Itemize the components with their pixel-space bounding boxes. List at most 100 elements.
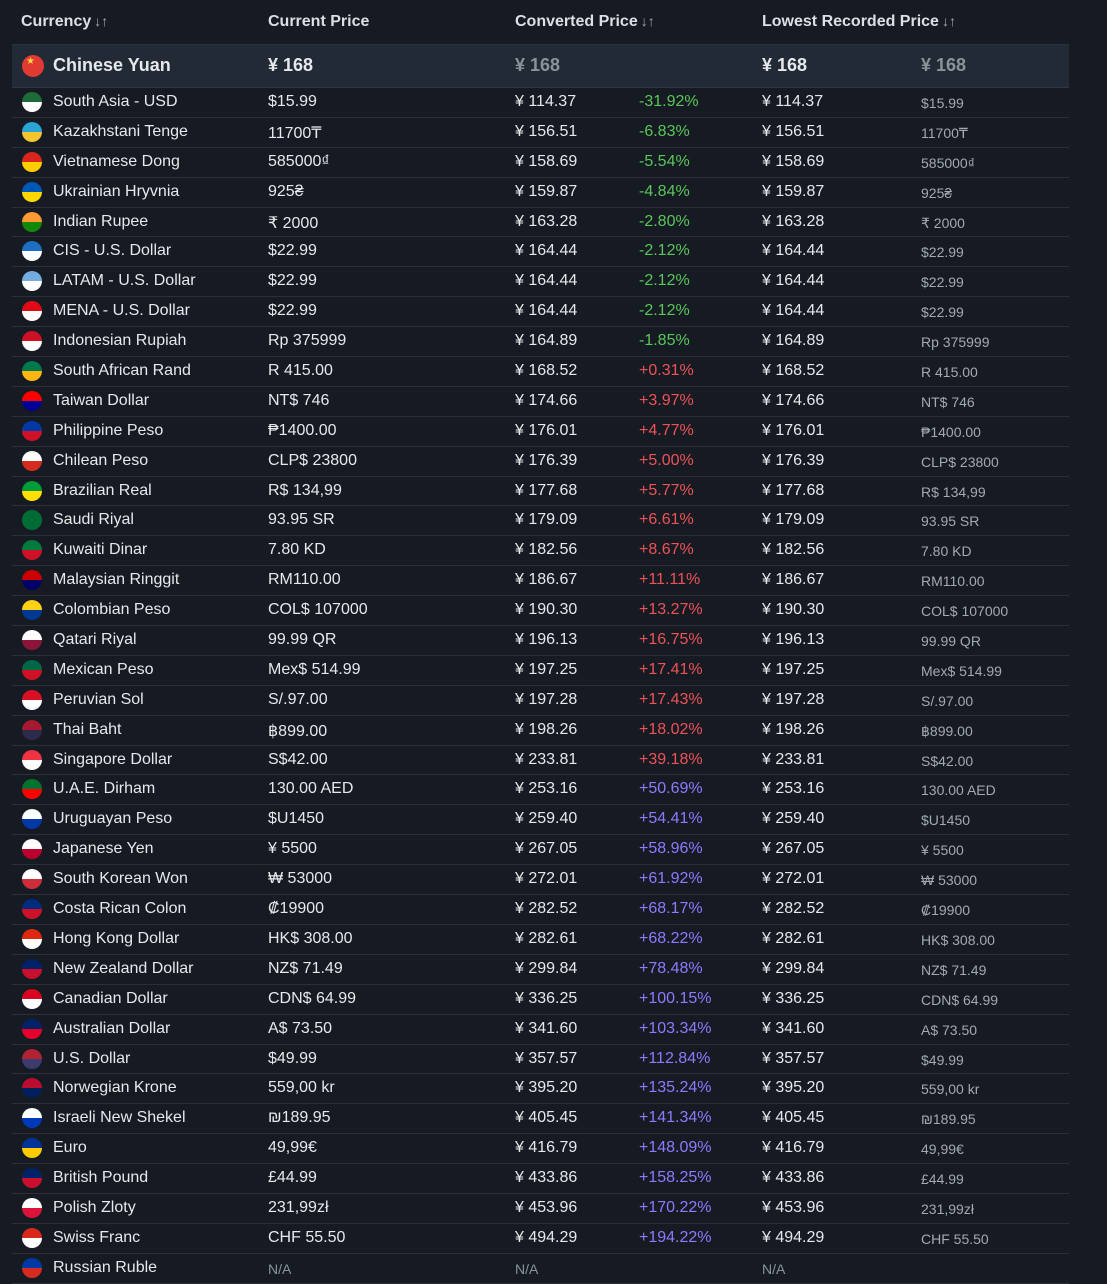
currency-name: Canadian Dollar [53, 989, 168, 1007]
lowest-price-local: 559,00 kr [921, 1081, 980, 1098]
table-row[interactable]: Mexican Peso Mex$ 514.99 ¥ 197.25 +17.41% ¥ … [12, 656, 1069, 686]
table-row[interactable]: Ukrainian Hryvnia 925₴ ¥ 159.87 -4.84% ¥ 159… [12, 178, 1069, 208]
table-row[interactable]: Vietnamese Dong 585000₫ ¥ 158.69 -5.54% ¥ 15… [12, 148, 1069, 178]
flag-icon [22, 659, 42, 680]
converted-price: ¥ 164.44 [515, 302, 578, 320]
current-price: 585000₫ [268, 152, 330, 170]
table-row[interactable]: LATAM - U.S. Dollar $22.99 ¥ 164.44 -2.12% ¥… [12, 267, 1069, 298]
flag-icon [22, 1168, 42, 1189]
converted-price: ¥ 164.44 [515, 272, 578, 290]
table-row[interactable]: South African Rand R 415.00 ¥ 168.52 +0.31%… [12, 357, 1069, 387]
lowest-price: ¥ 267.05 [762, 840, 825, 858]
current-price: N/A [268, 1260, 292, 1277]
lowest-price-local: HK$ 308.00 [921, 931, 995, 948]
converted-price: ¥ 198.26 [515, 720, 578, 738]
table-row[interactable]: Malaysian Ringgit RM110.00 ¥ 186.67 +11.11%… [12, 566, 1069, 597]
table-row[interactable]: Hong Kong Dollar HK$ 308.00 ¥ 282.61 +68.22… [12, 925, 1069, 955]
currency-header-label: Currency [21, 13, 92, 30]
current-price: ₪189.95 [268, 1109, 331, 1127]
table-row[interactable]: Israeli New Shekel ₪189.95 ¥ 405.45 +141.34… [12, 1104, 1069, 1135]
base-currency-row[interactable]: Chinese Yuan ¥ 168 ¥ 168 ¥ 168 ¥ 168 [12, 45, 1069, 88]
converted-price: ¥ 159.87 [515, 182, 578, 200]
table-row[interactable]: New Zealand Dollar NZ$ 71.49 ¥ 299.84 +78.4… [12, 955, 1069, 985]
price-difference: +61.92% [639, 870, 703, 888]
flag-icon [22, 1227, 42, 1248]
lowest-price: ¥ 158.69 [762, 152, 825, 170]
currency-name: Norwegian Krone [53, 1079, 177, 1097]
table-row[interactable]: Peruvian Sol S/.97.00 ¥ 197.28 +17.43% ¥ 197… [12, 686, 1069, 716]
table-row[interactable]: Brazilian Real R$ 134,99 ¥ 177.68 +5.77% ¥ 1… [12, 477, 1069, 507]
sort-icon[interactable]: ↓↑ [94, 13, 108, 29]
converted-price: ¥ 186.67 [515, 571, 578, 589]
current-price: ¥ 5500 [268, 840, 317, 858]
price-difference: +194.22% [639, 1228, 712, 1246]
lowest-price-column-header[interactable]: Lowest Recorded Price ↓↑ [762, 13, 956, 31]
table-row[interactable]: Philippine Peso ₱1400.00 ¥ 176.01 +4.77% ¥ 1… [12, 417, 1069, 447]
lowest-price-local: $22.99 [921, 274, 964, 291]
table-row[interactable]: Thai Baht ฿899.00 ¥ 198.26 +18.02% ¥ 198.26 ฿… [12, 716, 1069, 746]
converted-price: ¥ 272.01 [515, 870, 578, 888]
table-row[interactable]: Swiss Franc CHF 55.50 ¥ 494.29 +194.22% ¥ 49… [12, 1224, 1069, 1254]
flag-icon [22, 510, 42, 531]
lowest-price: ¥ 186.67 [762, 571, 825, 589]
flag-icon [22, 480, 42, 501]
table-row[interactable]: Japanese Yen ¥ 5500 ¥ 267.05 +58.96% ¥ 267.0… [12, 835, 1069, 866]
converted-price-column-header[interactable]: Converted Price ↓↑ [515, 13, 655, 31]
table-row[interactable]: South Asia - USD $15.99 ¥ 114.37 -31.92% ¥ 1… [12, 88, 1069, 118]
converted-price: ¥ 299.84 [515, 959, 578, 977]
table-row[interactable]: Costa Rican Colon ₡19900 ¥ 282.52 +68.17% ¥ … [12, 895, 1069, 925]
flag-icon [22, 988, 42, 1009]
table-row[interactable]: Kazakhstani Tenge 11700₸ ¥ 156.51 -6.83% ¥ 1… [12, 118, 1069, 148]
lowest-price: ¥ 341.60 [762, 1019, 825, 1037]
lowest-price-local: CLP$ 23800 [921, 453, 999, 470]
table-row[interactable]: MENA - U.S. Dollar $22.99 ¥ 164.44 -2.12% ¥ … [12, 297, 1069, 328]
lowest-price: ¥ 416.79 [762, 1139, 825, 1157]
lowest-price: ¥ 179.09 [762, 511, 825, 529]
table-row[interactable]: U.A.E. Dirham 130.00 AED ¥ 253.16 +50.69% ¥ … [12, 775, 1069, 806]
current-price: $49.99 [268, 1049, 317, 1067]
converted-price: ¥ 176.39 [515, 451, 578, 469]
table-row[interactable]: Russian Ruble N/A N/A N/A [12, 1254, 1069, 1284]
flag-icon [22, 1138, 42, 1159]
table-row[interactable]: Indonesian Rupiah Rp 375999 ¥ 164.89 -1.85%… [12, 327, 1069, 358]
table-row[interactable]: Saudi Riyal 93.95 SR ¥ 179.09 +6.61% ¥ 179.0… [12, 506, 1069, 537]
currency-name: Saudi Riyal [53, 511, 134, 529]
table-row[interactable]: Kuwaiti Dinar 7.80 KD ¥ 182.56 +8.67% ¥ 182.… [12, 536, 1069, 567]
price-difference: +16.75% [639, 631, 703, 649]
lowest-price-local: 11700₸ [921, 124, 968, 141]
table-row[interactable]: Canadian Dollar CDN$ 64.99 ¥ 336.25 +100.15… [12, 985, 1069, 1015]
converted-price: ¥ 253.16 [515, 780, 578, 798]
lowest-price-local: $U1450 [921, 812, 971, 829]
table-row[interactable]: U.S. Dollar $49.99 ¥ 357.57 +112.84% ¥ 357.5… [12, 1045, 1069, 1075]
sort-icon[interactable]: ↓↑ [942, 13, 956, 29]
converted-price: ¥ 190.30 [515, 601, 578, 619]
current-price: R 415.00 [268, 362, 333, 380]
table-row[interactable]: CIS - U.S. Dollar $22.99 ¥ 164.44 -2.12% ¥ 1… [12, 237, 1069, 268]
table-row[interactable]: Qatari Riyal 99.99 QR ¥ 196.13 +16.75% ¥ 196… [12, 626, 1069, 656]
table-row[interactable]: Indian Rupee ₹ 2000 ¥ 163.28 -2.80% ¥ 163.28… [12, 208, 1069, 238]
lowest-price-local: 49,99€ [921, 1141, 964, 1158]
table-row[interactable]: Australian Dollar A$ 73.50 ¥ 341.60 +103.34… [12, 1015, 1069, 1045]
current-price: ₹ 2000 [268, 214, 319, 232]
currency-name: Israeli New Shekel [53, 1109, 186, 1127]
price-difference: -5.54% [639, 152, 690, 170]
currency-column-header[interactable]: Currency ↓↑ [21, 13, 108, 31]
table-row[interactable]: British Pound £44.99 ¥ 433.86 +158.25% ¥ 433… [12, 1164, 1069, 1194]
sort-icon[interactable]: ↓↑ [641, 13, 655, 29]
current-price: Mex$ 514.99 [268, 660, 361, 678]
table-row[interactable]: Uruguayan Peso $U1450 ¥ 259.40 +54.41% ¥ 259… [12, 805, 1069, 836]
lowest-price: ¥ 282.61 [762, 929, 825, 947]
table-row[interactable]: Chilean Peso CLP$ 23800 ¥ 176.39 +5.00% ¥ 17… [12, 447, 1069, 477]
table-row[interactable]: Polish Zloty 231,99zł ¥ 453.96 +170.22% ¥ 45… [12, 1194, 1069, 1224]
table-row[interactable]: South Korean Won ₩ 53000 ¥ 272.01 +61.92% ¥ … [12, 865, 1069, 896]
current-price: ₱1400.00 [268, 421, 337, 439]
table-row[interactable]: Euro 49,99€ ¥ 416.79 +148.09% ¥ 416.79 49,99€ [12, 1134, 1069, 1165]
table-row[interactable]: Singapore Dollar S$42.00 ¥ 233.81 +39.18% ¥ … [12, 746, 1069, 776]
current-price: 49,99€ [268, 1139, 317, 1157]
lowest-price-local: NT$ 746 [921, 393, 975, 410]
price-difference: +0.31% [639, 362, 694, 380]
table-row[interactable]: Colombian Peso COL$ 107000 ¥ 190.30 +13.27%… [12, 596, 1069, 627]
table-row[interactable]: Taiwan Dollar NT$ 746 ¥ 174.66 +3.97% ¥ 174.… [12, 387, 1069, 417]
table-row[interactable]: Norwegian Krone 559,00 kr ¥ 395.20 +135.24%… [12, 1074, 1069, 1105]
flag-icon [22, 1108, 42, 1129]
